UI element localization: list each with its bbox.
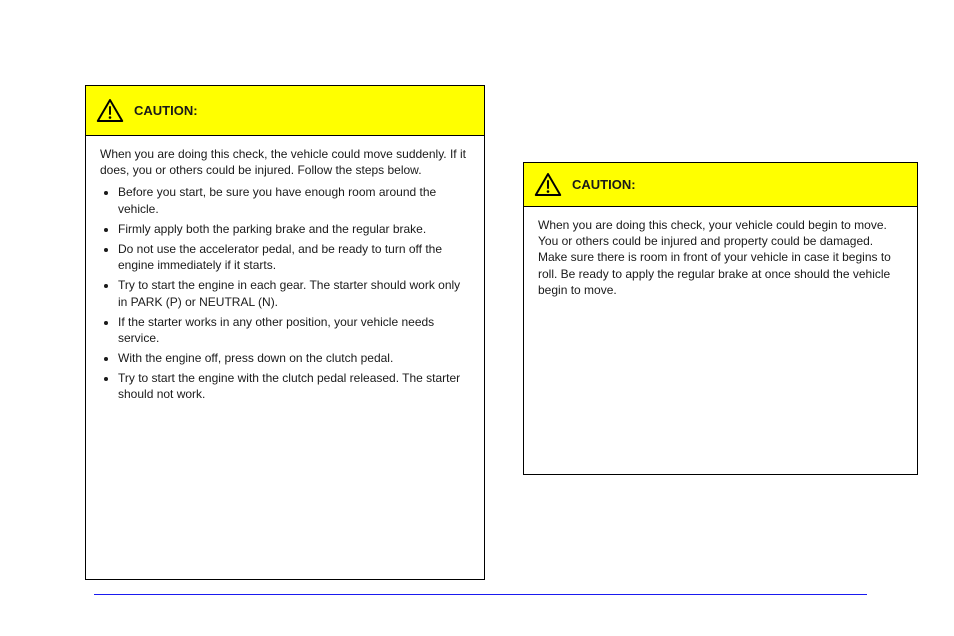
footer-rule	[94, 594, 867, 595]
caution-box-right: CAUTION: When you are doing this check, …	[523, 162, 918, 475]
caution-intro-left: When you are doing this check, the vehic…	[100, 146, 470, 178]
caution-list-left: Before you start, be sure you have enoug…	[100, 184, 470, 402]
caution-label-left: CAUTION:	[134, 103, 198, 118]
list-item: Firmly apply both the parking brake and …	[118, 221, 470, 237]
list-item: Before you start, be sure you have enoug…	[118, 184, 470, 216]
list-item: Do not use the accelerator pedal, and be…	[118, 241, 470, 273]
caution-header-right: CAUTION:	[524, 163, 917, 207]
warning-triangle-icon	[96, 98, 124, 123]
list-item: If the starter works in any other positi…	[118, 314, 470, 346]
caution-box-left: CAUTION: When you are doing this check, …	[85, 85, 485, 580]
list-item: With the engine off, press down on the c…	[118, 350, 470, 366]
caution-label-right: CAUTION:	[572, 177, 636, 192]
list-item: Try to start the engine with the clutch …	[118, 370, 470, 402]
warning-triangle-icon	[534, 172, 562, 197]
list-item: Try to start the engine in each gear. Th…	[118, 277, 470, 309]
caution-text-right: When you are doing this check, your vehi…	[538, 217, 903, 298]
caution-body-right: When you are doing this check, your vehi…	[524, 207, 917, 310]
caution-header-left: CAUTION:	[86, 86, 484, 136]
caution-body-left: When you are doing this check, the vehic…	[86, 136, 484, 419]
